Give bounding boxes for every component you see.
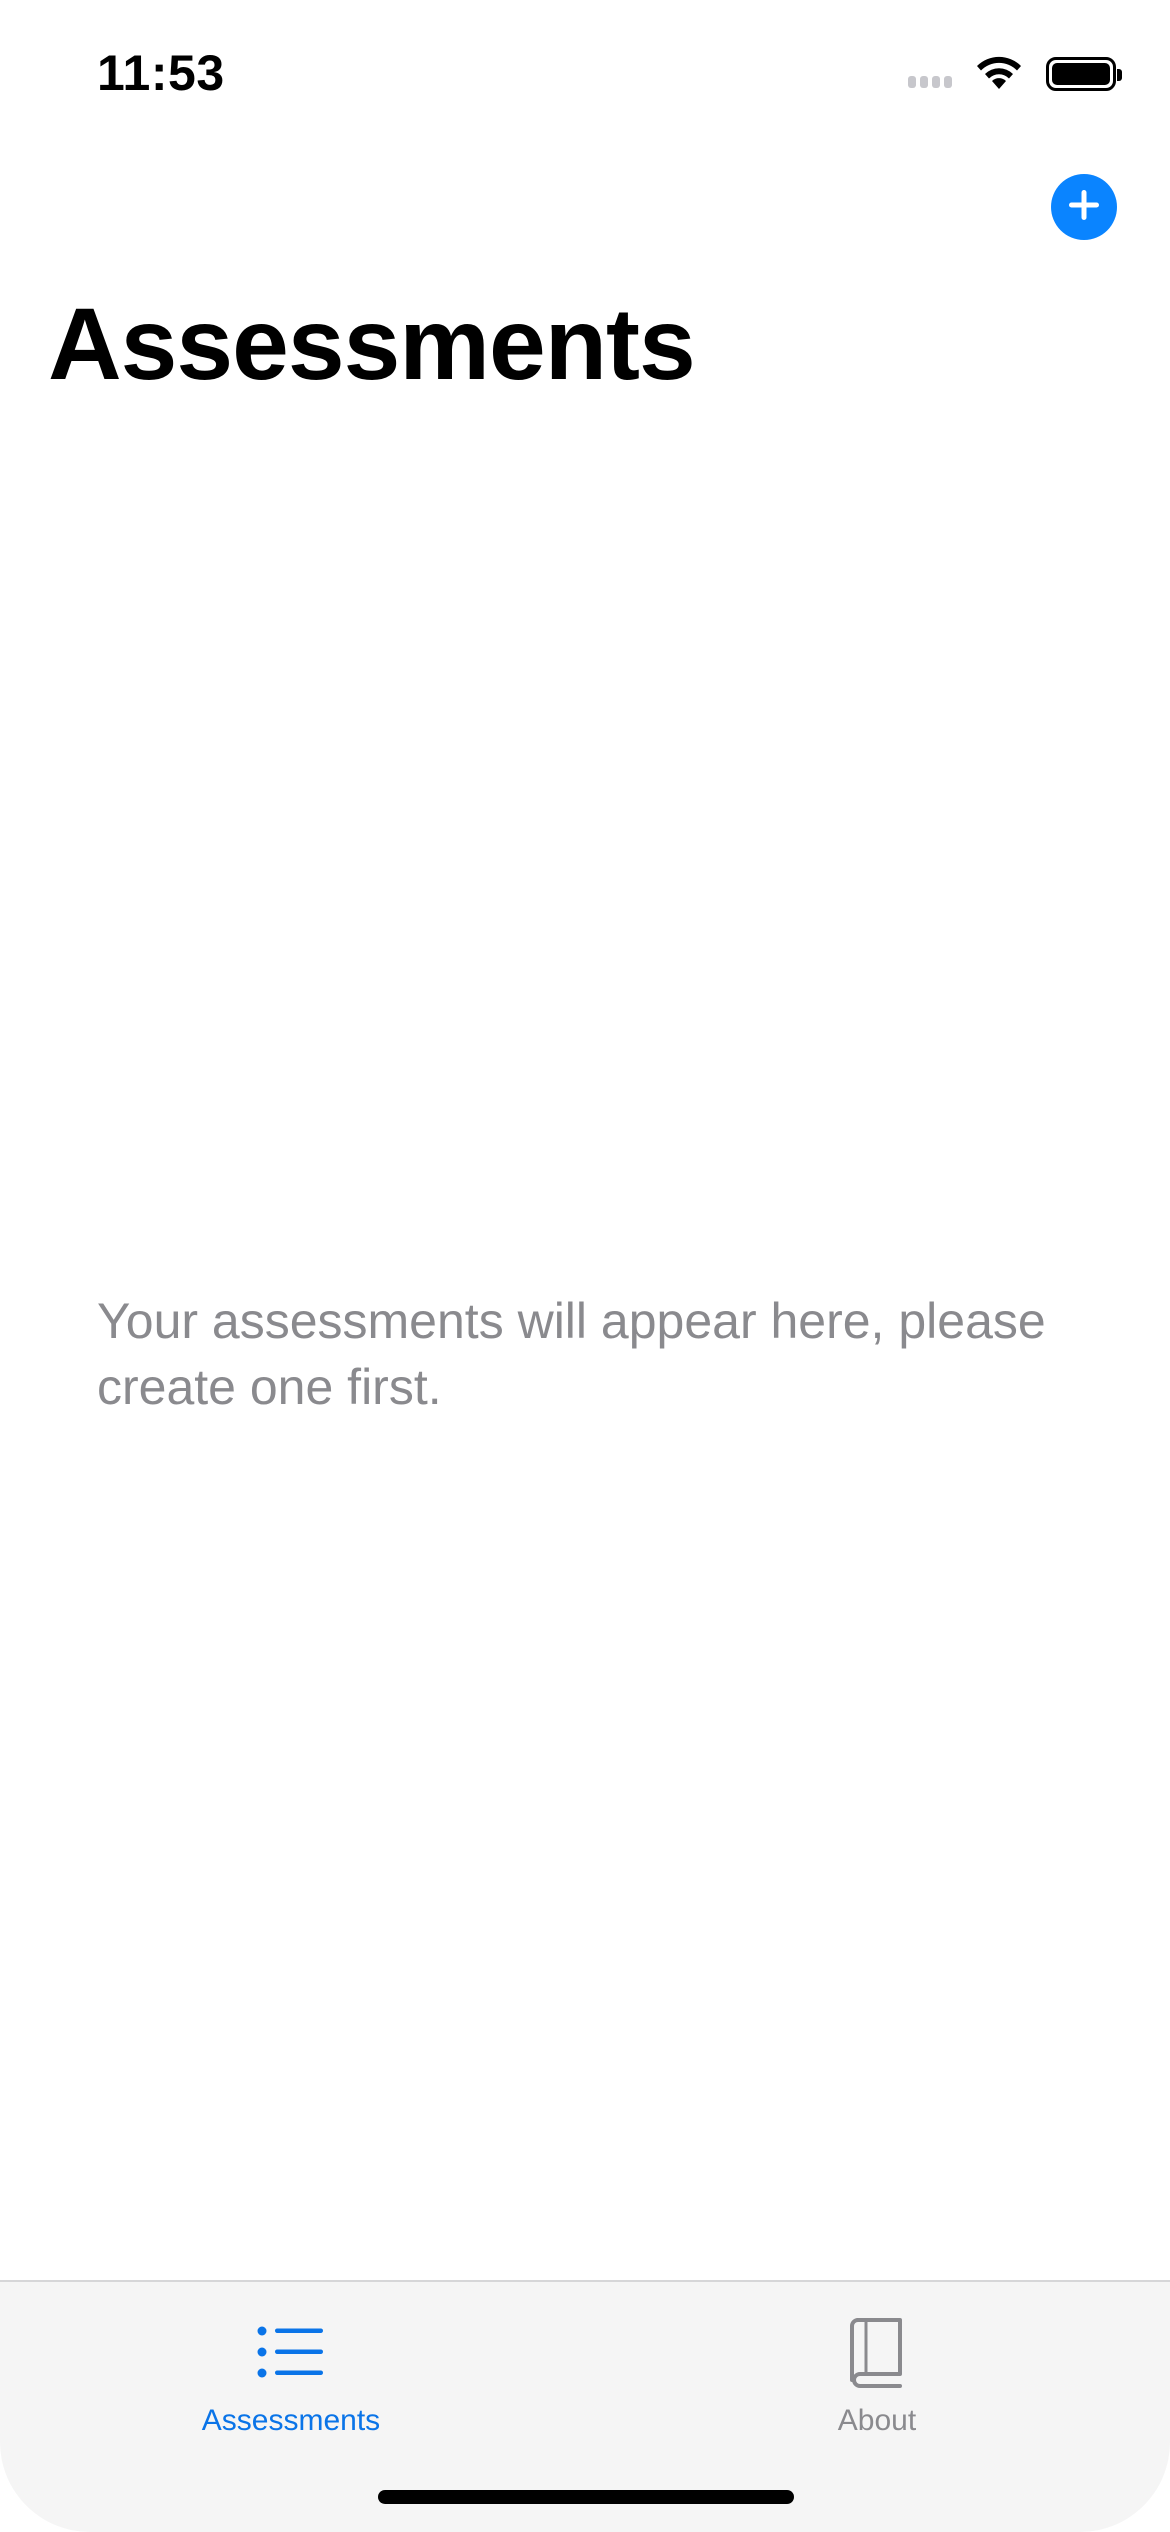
- wifi-icon: [974, 53, 1024, 96]
- list-bullet-icon: [257, 2312, 325, 2392]
- tab-about-label: About: [837, 2404, 917, 2437]
- empty-state-message: Your assessments will appear here, pleas…: [97, 1293, 1046, 1415]
- app-screen: 11:53 Assessments Your assessments will …: [0, 0, 1170, 2532]
- book-icon: [848, 2312, 906, 2392]
- status-bar: 11:53: [0, 0, 1170, 140]
- battery-icon: [1046, 57, 1122, 91]
- tab-assessments-label: Assessments: [201, 2404, 381, 2437]
- add-assessment-button[interactable]: [1051, 174, 1117, 240]
- status-time: 11:53: [97, 45, 225, 101]
- tab-about[interactable]: About: [727, 2312, 1027, 2438]
- tab-assessments[interactable]: Assessments: [141, 2312, 441, 2438]
- status-indicators: [908, 52, 1122, 96]
- page-title: Assessments: [48, 287, 696, 401]
- plus-icon: [1067, 188, 1101, 227]
- cellular-signal-icon: [908, 60, 952, 88]
- home-indicator: [378, 2490, 794, 2504]
